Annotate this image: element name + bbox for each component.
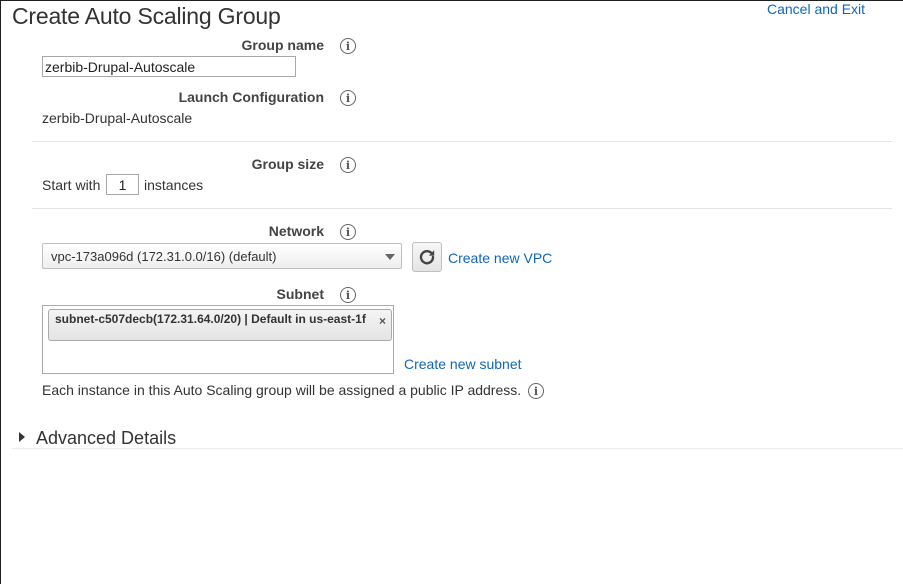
info-icon[interactable]: i xyxy=(340,157,356,173)
public-ip-note: Each instance in this Auto Scaling group… xyxy=(42,382,522,398)
group-name-input[interactable] xyxy=(42,56,296,77)
expand-arrow-icon[interactable] xyxy=(19,432,25,442)
group-size-suffix: instances xyxy=(144,177,204,193)
divider xyxy=(32,141,892,142)
info-icon[interactable]: i xyxy=(340,287,356,303)
cancel-and-exit-link[interactable]: Cancel and Exit xyxy=(767,1,865,17)
chevron-down-icon xyxy=(385,254,395,260)
subnet-multiselect[interactable]: subnet-c507decb(172.31.64.0/20) | Defaul… xyxy=(42,305,394,374)
refresh-icon xyxy=(419,250,435,265)
subnet-label: Subnet xyxy=(276,286,324,302)
launch-configuration-label: Launch Configuration xyxy=(178,89,324,105)
close-icon[interactable]: × xyxy=(379,315,386,327)
refresh-button[interactable] xyxy=(412,242,442,272)
page-frame xyxy=(0,0,903,584)
divider xyxy=(12,448,903,449)
advanced-details-toggle[interactable]: Advanced Details xyxy=(36,428,176,449)
info-icon[interactable]: i xyxy=(340,38,356,54)
network-select[interactable]: vpc-173a096d (172.31.0.0/16) (default) xyxy=(42,243,402,269)
create-new-vpc-link[interactable]: Create new VPC xyxy=(448,250,552,266)
create-new-subnet-link[interactable]: Create new subnet xyxy=(404,356,522,372)
info-icon[interactable]: i xyxy=(340,224,356,240)
launch-configuration-value: zerbib-Drupal-Autoscale xyxy=(42,110,193,126)
group-size-input[interactable] xyxy=(106,174,139,195)
network-select-value: vpc-173a096d (172.31.0.0/16) (default) xyxy=(51,249,277,264)
divider xyxy=(32,208,892,209)
group-size-label: Group size xyxy=(251,156,324,172)
group-size-prefix: Start with xyxy=(42,177,101,193)
group-name-label: Group name xyxy=(241,37,324,53)
subnet-token-label: subnet-c507decb(172.31.64.0/20) | Defaul… xyxy=(55,312,366,326)
info-icon[interactable]: i xyxy=(528,383,544,399)
subnet-token[interactable]: subnet-c507decb(172.31.64.0/20) | Defaul… xyxy=(48,309,392,341)
network-label: Network xyxy=(268,223,324,239)
page-title: Create Auto Scaling Group xyxy=(12,3,281,29)
info-icon[interactable]: i xyxy=(340,90,356,106)
